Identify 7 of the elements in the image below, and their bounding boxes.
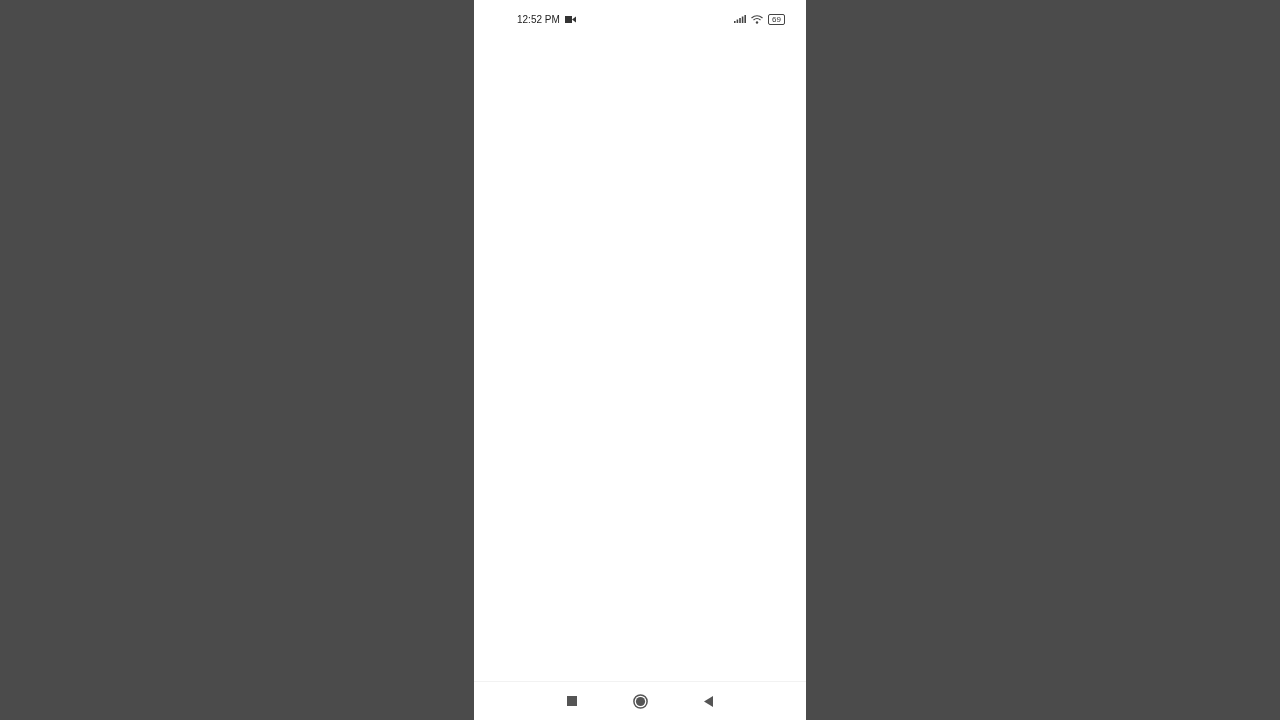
back-triangle-icon[interactable]	[704, 695, 713, 707]
home-circle-icon[interactable]	[633, 693, 648, 709]
status-time: 12:52 PM	[517, 13, 560, 25]
signal-icon	[734, 15, 747, 23]
video-camera-icon	[564, 15, 576, 23]
battery-level: 69	[768, 13, 785, 25]
wifi-icon	[751, 14, 764, 24]
